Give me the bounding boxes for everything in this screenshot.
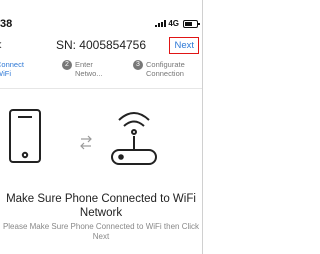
step-enter-network: Enter Netwo... <box>75 60 103 78</box>
step-number-3: 3 <box>133 60 143 70</box>
connection-illustration <box>9 109 157 165</box>
step-connect-wifi: Connect WiFi <box>0 60 24 78</box>
header: ‹ SN: 4005854756 Next <box>0 34 202 58</box>
battery-icon <box>183 19 200 28</box>
phone-icon <box>9 109 41 163</box>
phone-screen: 38 4G ‹ SN: 4005854756 Next Connect WiFi… <box>0 0 203 254</box>
step-number-2: 2 <box>62 60 72 70</box>
step-label-line2: WiFi <box>0 69 11 78</box>
step-configurate-connection: Configurate Connection <box>146 60 185 78</box>
next-button[interactable]: Next <box>169 37 199 54</box>
main-instruction: Make Sure Phone Connected to WiFi Networ… <box>6 193 196 219</box>
step-label-line2: Connection <box>146 69 184 78</box>
step-label-line1: Enter <box>75 60 93 69</box>
signal-icon <box>155 20 167 27</box>
step-indicator: Connect WiFi 2 Enter Netwo... 3 Configur… <box>0 58 202 88</box>
network-type: 4G <box>168 19 179 28</box>
status-bar: 38 4G <box>0 0 202 34</box>
divider <box>0 88 202 89</box>
step-label-line1: Configurate <box>146 60 185 69</box>
status-time: 38 <box>0 18 13 30</box>
router-icon <box>111 112 157 165</box>
status-indicators: 4G <box>155 19 200 28</box>
step-label-line2: Netwo... <box>75 69 103 78</box>
swap-arrows-icon <box>80 135 92 150</box>
sub-instruction: Please Make Sure Phone Connected to WiFi… <box>2 222 200 241</box>
step-label-line1: Connect <box>0 60 24 69</box>
